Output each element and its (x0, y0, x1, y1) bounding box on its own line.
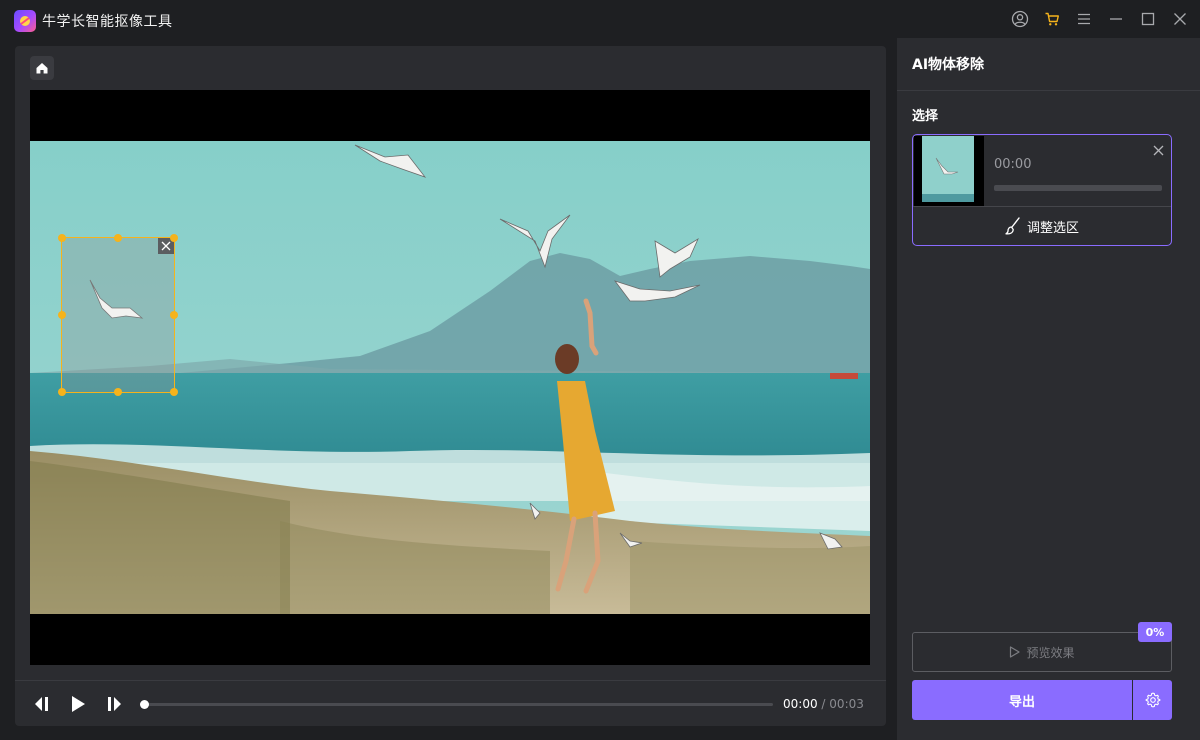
preview-effect-label: 预览效果 (1026, 645, 1075, 660)
minimize-icon[interactable] (1105, 8, 1127, 30)
adjust-selection-label: 调整选区 (1026, 220, 1079, 236)
gear-icon (1145, 692, 1160, 708)
brush-icon (1005, 217, 1020, 235)
timeline-knob[interactable] (140, 700, 149, 709)
app-title: 牛学长智能抠像工具 (42, 14, 173, 30)
resize-handle-bottom-right[interactable] (170, 388, 178, 396)
step-forward-icon (108, 697, 121, 711)
remove-selection-icon[interactable] (1151, 143, 1165, 157)
preview-progress-badge: 0% (1138, 622, 1172, 642)
close-icon[interactable] (1169, 8, 1191, 30)
selection-thumbnail (914, 136, 984, 206)
section-label: 选择 (912, 109, 939, 124)
sidebar-divider (897, 90, 1200, 91)
account-icon[interactable] (1009, 8, 1031, 30)
home-icon (36, 63, 48, 74)
time-display: 00:00 / 00:03 (783, 697, 864, 711)
play-icon (72, 696, 85, 712)
play-button[interactable] (67, 693, 89, 715)
sidebar: AI物体移除 选择 00:00 调整选区 预览效果 0% 导出 (897, 38, 1200, 740)
previous-frame-button[interactable] (31, 693, 53, 715)
cart-icon[interactable] (1041, 8, 1063, 30)
selection-box[interactable] (58, 234, 178, 396)
preview-play-icon (1010, 646, 1021, 658)
current-time: 00:00 (783, 697, 818, 711)
playback-bar: 00:00 / 00:03 (15, 680, 886, 726)
resize-handle-top-right[interactable] (170, 234, 178, 242)
maximize-icon[interactable] (1137, 8, 1159, 30)
editor-panel: 00:00 / 00:03 (15, 46, 886, 726)
step-back-icon (35, 697, 48, 711)
selection-progress-bar (994, 185, 1162, 191)
resize-handle-bottom-left[interactable] (58, 388, 66, 396)
resize-handle-right[interactable] (170, 311, 178, 319)
app-logo-icon (14, 10, 36, 32)
time-separator: / (821, 697, 826, 711)
seagull-in-selection (89, 279, 144, 319)
resize-handle-top[interactable] (114, 234, 122, 242)
resize-handle-top-left[interactable] (58, 234, 66, 242)
export-settings-button[interactable] (1133, 680, 1172, 720)
menu-icon[interactable] (1073, 8, 1095, 30)
preview-effect-button[interactable]: 预览效果 (912, 632, 1172, 672)
export-button[interactable]: 导出 (912, 680, 1132, 720)
adjust-selection-button[interactable]: 调整选区 (913, 207, 1171, 245)
total-time: 00:03 (829, 697, 864, 711)
title-bar: 牛学长智能抠像工具 (0, 0, 1200, 38)
resize-handle-left[interactable] (58, 311, 66, 319)
home-button[interactable] (30, 56, 54, 80)
sidebar-title: AI物体移除 (912, 57, 985, 73)
video-preview[interactable] (30, 90, 870, 665)
timeline-slider[interactable] (140, 700, 773, 709)
selection-card[interactable]: 00:00 调整选区 (912, 134, 1172, 246)
next-frame-button[interactable] (103, 693, 125, 715)
resize-handle-bottom[interactable] (114, 388, 122, 396)
selection-time: 00:00 (994, 157, 1032, 172)
